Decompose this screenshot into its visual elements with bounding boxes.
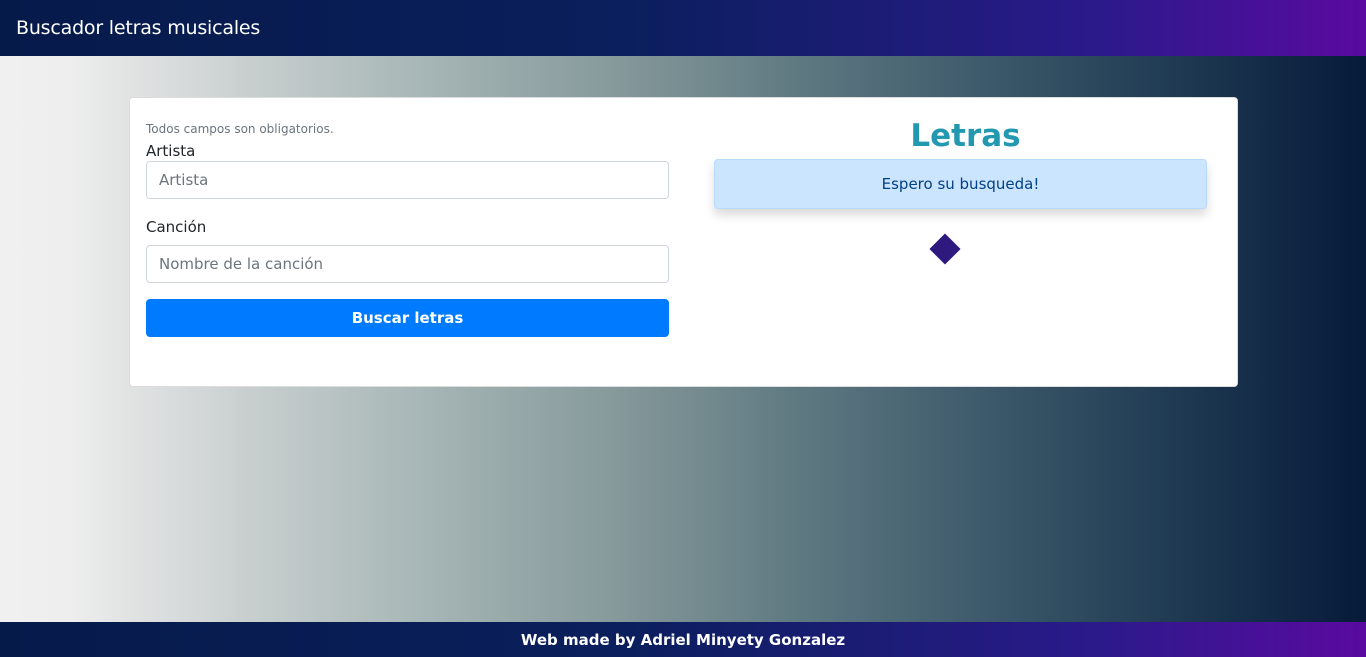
result-panel: Letras Espero su busqueda! (714, 116, 1207, 265)
loading-spinner-icon (929, 233, 961, 265)
lyrics-title: Letras (910, 118, 1021, 154)
required-hint: Todos campos son obligatorios. (146, 122, 334, 136)
song-label: Canción (146, 218, 207, 236)
search-lyrics-button[interactable]: Buscar letras (146, 299, 669, 337)
artist-input[interactable] (146, 161, 669, 199)
artist-label: Artista (146, 142, 196, 160)
search-form: Todos campos son obligatorios. Artista C… (146, 121, 669, 337)
song-input[interactable] (146, 245, 669, 283)
navbar: Buscador letras musicales (0, 0, 1366, 56)
footer: Web made by Adriel Minyety Gonzalez (0, 622, 1366, 657)
navbar-title: Buscador letras musicales (16, 17, 261, 39)
waiting-alert: Espero su busqueda! (714, 159, 1207, 209)
search-card: Todos campos son obligatorios. Artista C… (129, 97, 1238, 387)
footer-credit: Web made by Adriel Minyety Gonzalez (520, 630, 846, 649)
